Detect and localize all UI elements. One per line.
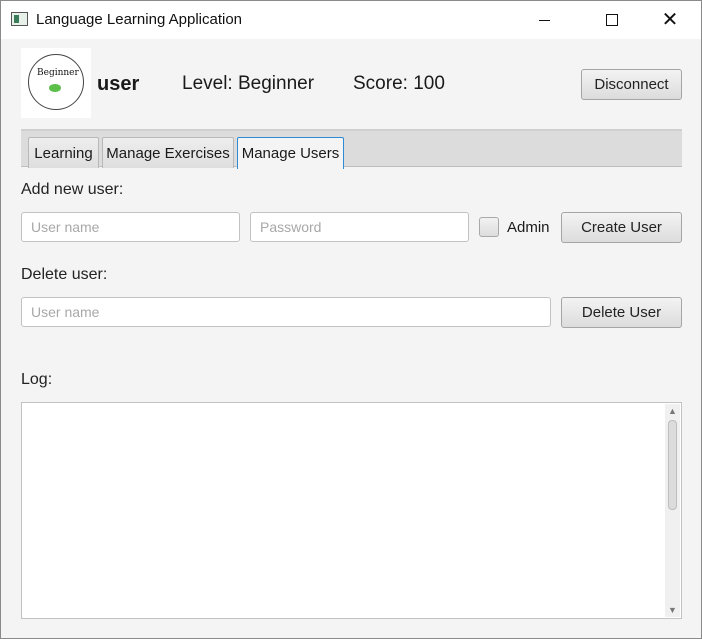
- level-label: Level: Beginner: [182, 73, 315, 94]
- scroll-up-icon[interactable]: ▲: [665, 404, 680, 418]
- score-label: Score: 100: [353, 73, 445, 94]
- scroll-down-icon[interactable]: ▼: [665, 603, 680, 617]
- tab-manage-exercises[interactable]: Manage Exercises: [102, 137, 234, 168]
- admin-label: Admin: [507, 219, 550, 236]
- minimize-button[interactable]: [521, 1, 567, 39]
- delete-user-heading: Delete user:: [21, 266, 108, 283]
- close-icon: ✕: [661, 9, 679, 31]
- title-bar: Language Learning Application ✕: [1, 1, 701, 39]
- tab-manage-users[interactable]: Manage Users: [237, 137, 344, 169]
- admin-checkbox[interactable]: [479, 217, 499, 237]
- log-textarea[interactable]: ▲ ▼: [21, 402, 682, 619]
- delete-username-input[interactable]: [21, 297, 551, 327]
- level-logo: Beginner: [21, 48, 91, 118]
- close-button[interactable]: ✕: [647, 1, 693, 39]
- password-input[interactable]: [250, 212, 469, 242]
- delete-user-button[interactable]: Delete User: [561, 297, 682, 328]
- log-content: [25, 406, 661, 615]
- tab-learning[interactable]: Learning: [28, 137, 99, 168]
- disconnect-button[interactable]: Disconnect: [581, 69, 682, 100]
- minimize-icon: [538, 19, 550, 21]
- log-scrollbar[interactable]: ▲ ▼: [665, 404, 680, 617]
- log-heading: Log:: [21, 371, 53, 388]
- add-user-heading: Add new user:: [21, 181, 124, 198]
- logo-text: Beginner: [37, 68, 79, 78]
- create-user-button[interactable]: Create User: [561, 212, 682, 243]
- new-username-input[interactable]: [21, 212, 240, 242]
- logo-badge: [28, 54, 84, 110]
- tab-bar: Learning Manage Exercises Manage Users: [21, 129, 682, 169]
- frog-icon: [49, 84, 61, 92]
- username-label: user: [97, 73, 140, 95]
- maximize-button[interactable]: [589, 1, 635, 39]
- window-title: Language Learning Application: [36, 11, 243, 28]
- app-icon: [11, 12, 28, 26]
- maximize-icon: [606, 14, 618, 26]
- scroll-thumb[interactable]: [668, 420, 677, 510]
- app-window: Language Learning Application ✕ Beginner…: [0, 0, 702, 639]
